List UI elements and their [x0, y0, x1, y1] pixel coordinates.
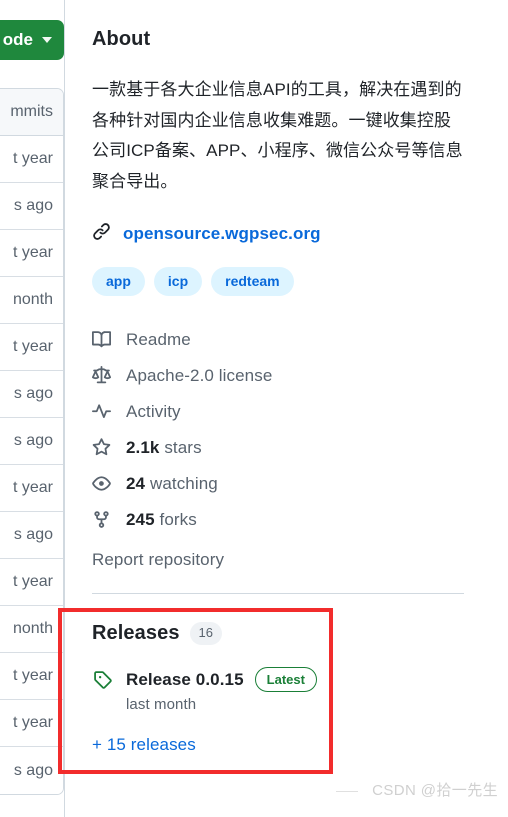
meta-item-activity[interactable]: Activity [92, 394, 484, 430]
file-row-time: t year [12, 573, 53, 590]
tag-icon [92, 670, 112, 689]
watermark: CSDN @拾一先生 [372, 782, 498, 799]
chevron-down-icon [42, 37, 52, 43]
file-table-row[interactable]: t year [0, 653, 63, 700]
file-row-time: t year [12, 479, 53, 496]
meta-item-apache-2-0-license[interactable]: Apache-2.0 license [92, 358, 484, 394]
file-table-header-row: mmits [0, 89, 63, 136]
file-table: mmits t year s ago t year nonth t year s ago s … [0, 88, 64, 795]
meta-item-label: Apache-2.0 license [126, 365, 273, 385]
about-heading: About [92, 28, 151, 50]
file-table-row[interactable]: t year [0, 700, 63, 747]
topic-tag-app[interactable]: app [92, 267, 145, 296]
repository-meta-list: Readme Apache-2.0 license Activity 2.1k sta… [92, 322, 484, 538]
meta-item-label: 245 forks [126, 509, 197, 529]
column-separator [64, 0, 65, 817]
topics-list: app icp redteam [92, 267, 484, 296]
meta-item-label: Activity [126, 401, 181, 421]
code-button-label: ode [2, 30, 33, 49]
more-releases-link[interactable]: + 15 releases [92, 735, 196, 755]
link-icon [92, 222, 111, 246]
file-row-time: s ago [13, 385, 53, 402]
file-table-row[interactable]: s ago [0, 183, 63, 230]
meta-item-label: Readme [126, 329, 191, 349]
release-title-row: Release 0.0.15 Latest [126, 666, 317, 693]
law-icon [92, 366, 111, 385]
file-row-time: s ago [13, 432, 53, 449]
file-table-row[interactable]: t year [0, 465, 63, 512]
book-icon [92, 330, 111, 349]
meta-item-forks[interactable]: 245 forks [92, 502, 484, 538]
file-row-time: t year [12, 338, 53, 355]
sidebar-divider [92, 592, 464, 594]
topic-tag-icp[interactable]: icp [153, 267, 203, 296]
file-row-time: s ago [13, 761, 53, 779]
releases-title: Releases [92, 621, 180, 644]
file-table-row[interactable]: t year [0, 324, 63, 371]
file-table-row[interactable]: s ago [0, 512, 63, 559]
report-repository-link[interactable]: Report repository [92, 550, 484, 570]
about-description: 一款基于各大企业信息API的工具，解决在遇到的各种针对国内企业信息收集难题。一键… [92, 80, 463, 191]
file-row-time: t year [12, 667, 53, 684]
releases-count-badge: 16 [189, 621, 223, 645]
file-row-time: s ago [13, 197, 53, 214]
file-table-row[interactable]: t year [0, 230, 63, 277]
watermark-rule [336, 791, 358, 792]
latest-badge: Latest [254, 666, 317, 693]
file-listing-column: ode mmits t year s ago t year nonth t year s a… [0, 0, 64, 817]
file-row-time: t year [12, 714, 53, 731]
meta-item-stars[interactable]: 2.1k stars [92, 430, 484, 466]
file-table-row[interactable]: s ago [0, 418, 63, 465]
file-table-row[interactable]: nonth [0, 277, 63, 324]
file-row-time: t year [12, 244, 53, 261]
about-sidebar: About 一款基于各大企业信息API的工具，解决在遇到的各种针对国内企业信息收… [92, 0, 484, 755]
file-table-row[interactable]: s ago [0, 747, 63, 794]
code-button[interactable]: ode [0, 20, 64, 60]
release-date: last month [126, 696, 197, 714]
homepage-row[interactable]: opensource.wgpsec.org [92, 222, 484, 246]
file-table-row[interactable]: s ago [0, 371, 63, 418]
file-table-row[interactable]: t year [0, 559, 63, 606]
file-row-time: nonth [12, 620, 53, 637]
meta-item-label: 24 watching [126, 473, 218, 493]
file-row-time: t year [12, 150, 53, 167]
file-table-row[interactable]: t year [0, 136, 63, 183]
eye-icon [92, 474, 111, 493]
fork-icon [92, 510, 111, 529]
homepage-link[interactable]: opensource.wgpsec.org [123, 224, 321, 244]
release-text-block: Release 0.0.15 Latest last month [126, 666, 317, 714]
latest-release-item[interactable]: Release 0.0.15 Latest last month [92, 666, 484, 714]
star-icon [92, 438, 111, 457]
meta-item-label: 2.1k stars [126, 437, 202, 457]
topic-tag-redteam[interactable]: redteam [211, 267, 294, 296]
file-row-time: nonth [12, 291, 53, 308]
file-row-time: mmits [10, 103, 53, 120]
release-name[interactable]: Release 0.0.15 [126, 670, 244, 690]
file-table-row[interactable]: nonth [0, 606, 63, 653]
meta-item-watching[interactable]: 24 watching [92, 466, 484, 502]
file-row-time: s ago [13, 526, 53, 543]
releases-section: Releases 16 Release 0.0.15 Latest last m… [92, 622, 484, 756]
releases-header: Releases 16 [92, 622, 484, 645]
pulse-icon [92, 402, 111, 421]
meta-item-readme[interactable]: Readme [92, 322, 484, 358]
